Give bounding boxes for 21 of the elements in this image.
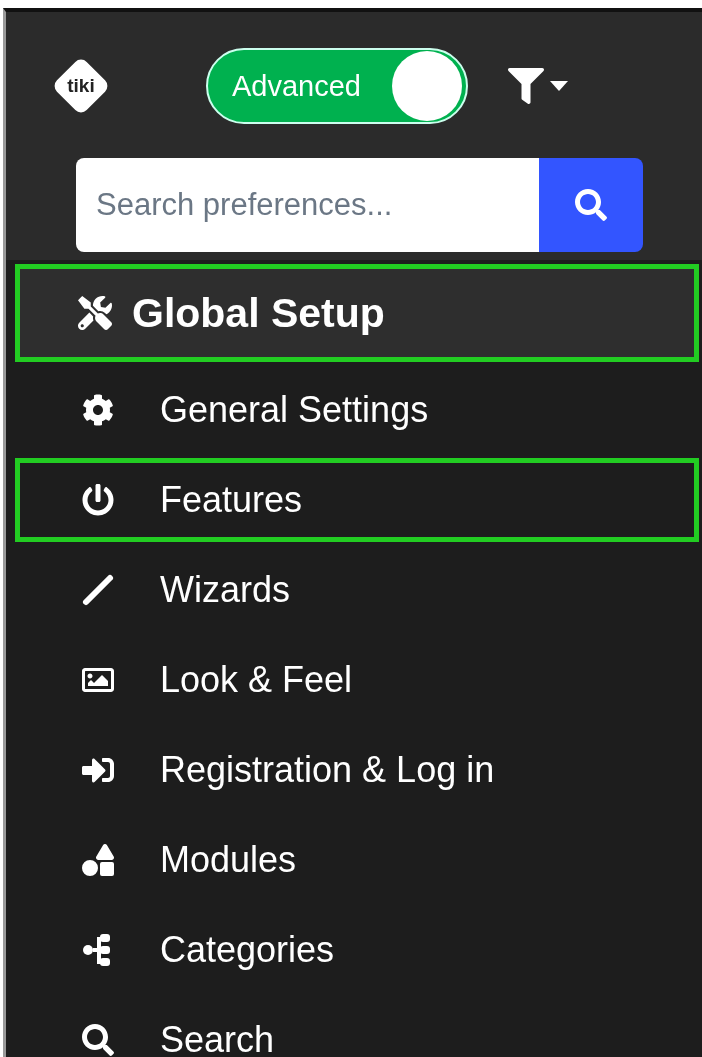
menu-item[interactable]: General Settings [15, 368, 699, 452]
shapes-icon [82, 844, 114, 876]
tools-icon [78, 296, 112, 330]
menu-item[interactable]: Wizards [15, 548, 699, 632]
wand-icon [81, 573, 115, 607]
gear-icon [82, 394, 114, 426]
section-header[interactable]: Global Setup [15, 264, 699, 362]
filter-icon [508, 68, 544, 104]
menu-item[interactable]: Modules [15, 818, 699, 902]
menu-item[interactable]: Features [15, 458, 699, 542]
search-icon [82, 1024, 114, 1056]
menu-item[interactable]: Search [15, 998, 699, 1057]
menu-item[interactable]: Registration & Log in [15, 728, 699, 812]
power-icon [82, 484, 114, 516]
menu-item[interactable]: Categories [15, 908, 699, 992]
search-button[interactable] [539, 158, 643, 252]
filter-dropdown[interactable] [508, 68, 568, 104]
search-field[interactable]: Search preferences... [76, 158, 539, 252]
caret-icon [550, 81, 568, 91]
menu-item[interactable]: Look & Feel [15, 638, 699, 722]
search-icon [575, 189, 607, 221]
